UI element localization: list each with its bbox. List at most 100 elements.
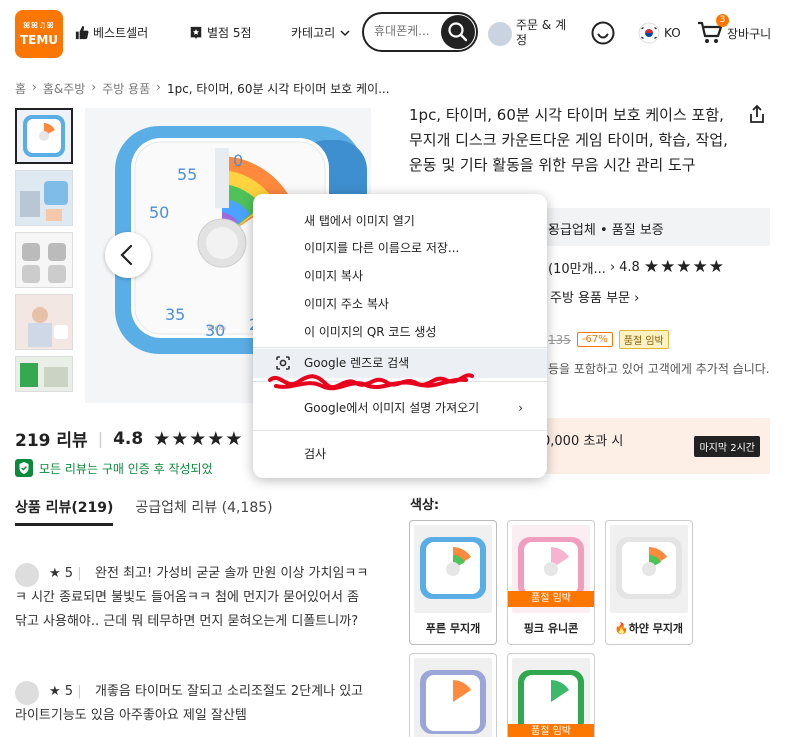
image-context-menu: 새 탭에서 이미지 열기 이미지를 다른 이름으로 저장... 이미지 복사 이…	[253, 194, 547, 478]
share-icon[interactable]	[747, 104, 767, 124]
chevron-right-icon: ›	[518, 401, 523, 415]
menu-create-qr-code[interactable]: 이 이미지의 QR 코드 생성	[253, 319, 547, 346]
color-option-white[interactable]: 🔥하얀 무지개	[605, 520, 693, 645]
sales-rating-row: (10만개... › 4.8 ★★★★★	[548, 257, 725, 277]
verified-shield-icon	[15, 459, 33, 477]
color-option-image	[414, 525, 492, 613]
search-input[interactable]	[374, 24, 440, 38]
temu-logo[interactable]: ꕤꕤ♫ꕤ TEMU	[15, 10, 63, 58]
color-option-blue[interactable]: 푸른 무지개	[409, 520, 497, 645]
promo-banner: 0,000 초과 시 마지막 2시간	[530, 418, 770, 474]
timer-number: 50	[149, 203, 169, 222]
logo-glyphs: ꕤꕤ♫ꕤ	[23, 21, 55, 30]
review-rating-value: 5	[64, 566, 74, 581]
menu-save-image-as[interactable]: 이미지를 다른 이름으로 저장...	[253, 235, 547, 262]
color-option-name-text: 하얀 무지개	[628, 622, 684, 635]
price-row: 135 -67% 품절 임박	[548, 330, 669, 349]
thumbnail[interactable]	[15, 356, 73, 392]
thumbnail[interactable]	[15, 170, 73, 226]
color-option-name: 푸른 무지개	[425, 622, 481, 635]
review-rating: ★ 5 |	[49, 680, 82, 704]
thumbnail[interactable]	[15, 294, 73, 350]
account-label: 주문 & 계정	[516, 18, 567, 47]
star-icon: ★	[49, 684, 61, 699]
breadcrumb: 홈 › 홈&주방 › 주방 용품 › 1pc, 타이머, 60분 시각 타이머 보호 …	[15, 80, 390, 97]
thumbnail-list	[15, 108, 73, 398]
supplier-quality-banner[interactable]: 공급업체 • 품질 보증 ›	[530, 208, 770, 246]
star-icon: ★	[49, 566, 61, 581]
breadcrumb-separator: ›	[156, 80, 161, 94]
fire-icon: 🔥	[614, 622, 629, 635]
product-description: 등을 포함하고 있어 고객에게 추가적 습니다.	[548, 362, 770, 376]
reviews-header: 219 리뷰 | 4.8 ★★★★★	[15, 426, 244, 452]
category-link-label: 주방 용품 부문	[550, 291, 631, 306]
cart-label: 장바구니	[727, 27, 772, 41]
menu-inspect[interactable]: 검사	[253, 441, 547, 468]
thumbs-up-icon	[75, 25, 89, 40]
low-stock-badge: 품절 임박	[618, 330, 669, 349]
chevron-left-icon	[120, 244, 133, 266]
review-tabs: 상품 리뷰(219) 공급업체 리뷰 (4,185)	[15, 497, 273, 526]
thumbnail[interactable]	[15, 108, 73, 164]
reviewer-avatar	[15, 681, 39, 705]
tab-supplier-reviews[interactable]: 공급업체 리뷰 (4,185)	[135, 497, 272, 526]
star-rating-icon: ★★★★★	[153, 427, 244, 450]
search-icon	[448, 22, 468, 42]
menu-separator	[253, 347, 547, 348]
verified-text: 모든 리뷰는 구매 인증 후 작성되었	[39, 461, 213, 476]
low-stock-strip: 품절 임박	[508, 591, 594, 607]
sold-count: (10만개...	[548, 261, 606, 277]
color-option-image	[610, 525, 688, 613]
color-label: 색상:	[410, 498, 440, 513]
color-option-pink[interactable]: 품절 임박 핑크 유니콘	[507, 520, 595, 645]
gallery-prev-button[interactable]	[105, 232, 151, 278]
review-rating-value: 5	[64, 684, 74, 699]
breadcrumb-home-kitchen[interactable]: 홈&주방	[43, 80, 85, 97]
top-header: ꕤꕤ♫ꕤ TEMU 베스트셀러 별점 5점 카테고리 주문 & 계정 KO 3 …	[0, 0, 803, 68]
breadcrumb-current: 1pc, 타이머, 60분 시각 타이머 보호 케이...	[166, 82, 390, 96]
review-item: ★ 5 | 완전 최고! 가성비 굳굳 솔까 만원 이상 가치임ㅋㅋㅋ 시간 종…	[15, 562, 375, 634]
five-star-link[interactable]: 별점 5점	[189, 24, 252, 41]
category-menu[interactable]: 카테고리	[291, 24, 351, 41]
star-badge-icon	[190, 26, 202, 39]
menu-google-image-description-label: Google에서 이미지 설명 가져오기	[304, 401, 480, 415]
discount-badge: -67%	[576, 332, 613, 347]
review-count: 219 리뷰	[15, 431, 88, 451]
tab-product-reviews[interactable]: 상품 리뷰(219)	[15, 497, 114, 526]
five-star-label: 별점 5점	[207, 26, 252, 40]
timer-number: 0	[233, 151, 243, 170]
divider: |	[77, 566, 82, 581]
color-option-name: 핑크 유니콘	[523, 622, 579, 635]
chevron-right-icon: ›	[548, 217, 555, 236]
language-label: KO	[664, 26, 681, 40]
divider: |	[77, 684, 82, 699]
cart-link[interactable]: 장바구니	[727, 25, 771, 42]
promo-text: 0,000 초과 시	[542, 434, 624, 449]
account-menu[interactable]: 주문 & 계정	[488, 16, 578, 52]
breadcrumb-home[interactable]: 홈	[15, 80, 26, 97]
bestseller-link[interactable]: 베스트셀러	[74, 24, 148, 41]
avatar	[488, 22, 512, 46]
color-option-image	[414, 658, 492, 737]
breadcrumb-kitchen-supplies[interactable]: 주방 용품	[102, 80, 150, 97]
product-rating: 4.8	[619, 259, 640, 275]
menu-copy-image[interactable]: 이미지 복사	[253, 263, 547, 290]
chevron-down-icon	[340, 29, 350, 36]
menu-open-image-new-tab[interactable]: 새 탭에서 이미지 열기	[253, 208, 547, 235]
color-option-purple[interactable]	[409, 653, 497, 737]
product-title: 1pc, 타이머, 60분 시각 타이머 보호 케이스 포함, 무지개 디스크 …	[409, 106, 728, 174]
review-item: ★ 5 | 개좋음 타이머도 잘되고 소리조절도 2단계나 있고 라이트기능도 …	[15, 680, 375, 728]
support-smiley-icon[interactable]	[590, 20, 616, 46]
category-link[interactable]: 주방 용품 부문 ›	[550, 287, 639, 306]
menu-google-image-description[interactable]: Google에서 이미지 설명 가져오기 ›	[253, 395, 547, 422]
verified-notice: 모든 리뷰는 구매 인증 후 작성되었	[15, 459, 213, 477]
breadcrumb-separator: ›	[91, 80, 97, 94]
menu-copy-image-address[interactable]: 이미지 주소 복사	[253, 291, 547, 318]
thumbnail[interactable]	[15, 232, 73, 288]
language-selector[interactable]: KO	[638, 22, 681, 44]
review-rating: ★ 5 |	[49, 562, 82, 586]
menu-separator	[253, 430, 547, 431]
bestseller-label: 베스트셀러	[93, 26, 149, 40]
color-option-green[interactable]: 품절 임박	[507, 653, 595, 737]
search-button[interactable]	[441, 15, 475, 49]
